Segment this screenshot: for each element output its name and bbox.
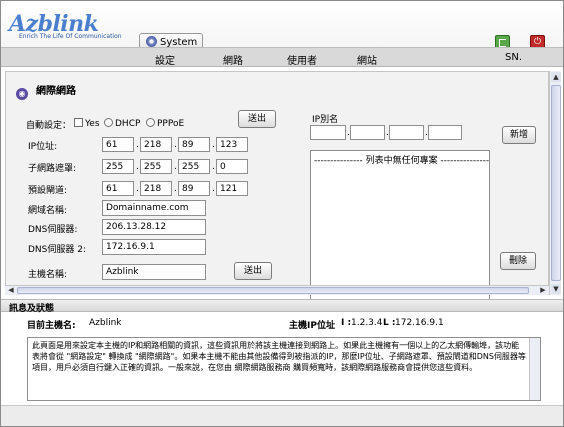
brand-tagline: Enrich The Life Of Communication <box>19 33 122 40</box>
mask-octet-1[interactable] <box>102 159 134 174</box>
section-title-text: 網際網路 <box>36 86 76 97</box>
ip-dot: . <box>136 140 139 150</box>
ip-octet-1[interactable] <box>102 137 134 152</box>
horizontal-scrollbar[interactable]: ◀ ▶ <box>5 285 549 295</box>
ip-label: IP位址: <box>28 142 58 152</box>
alias-octet-4[interactable] <box>428 125 462 140</box>
option-yes-label: Yes <box>85 119 100 129</box>
ip-octet-2[interactable] <box>140 137 172 152</box>
dns1-label: DNS伺服器: <box>28 225 78 235</box>
add-button[interactable]: 新增 <box>502 126 536 144</box>
gateway-octet-3[interactable] <box>178 181 210 196</box>
menu-item-sn[interactable]: SN. <box>505 52 522 63</box>
gateway-octet-1[interactable] <box>102 181 134 196</box>
domain-input[interactable] <box>102 200 206 216</box>
option-yes[interactable]: Yes <box>74 118 100 129</box>
gateway-octet-2[interactable] <box>140 181 172 196</box>
gateway-dot: . <box>212 184 215 194</box>
section-title: ◉ 網際網路 <box>16 82 76 100</box>
current-host-label: 目前主機名: <box>27 321 76 331</box>
host-input[interactable] <box>102 264 206 280</box>
ip-l-value: 172.16.9.1 <box>395 318 444 328</box>
vertical-scrollbar[interactable]: ▲ ▼ <box>549 71 561 295</box>
delete-button[interactable]: 刪除 <box>500 252 536 270</box>
yes-checkbox[interactable] <box>74 118 83 127</box>
option-dhcp[interactable]: DHCP <box>104 118 140 129</box>
scroll-up-icon[interactable]: ▲ <box>551 72 561 82</box>
alias-label: IP別名 <box>312 115 339 125</box>
alias-octet-3[interactable] <box>389 125 424 140</box>
description-scrollbar[interactable] <box>529 338 540 400</box>
menu-item-website[interactable]: 網站 <box>357 52 377 67</box>
current-host-value: Azblink <box>89 318 122 328</box>
alias-list-empty: --------------- 列表中無任何專案 --------------- <box>314 156 490 166</box>
gateway-label: 預設閘道: <box>28 186 68 196</box>
mask-dot: . <box>136 162 139 172</box>
domain-label: 網域名稱: <box>28 206 68 216</box>
menu-item-settings[interactable]: 設定 <box>155 52 175 67</box>
gateway-dot: . <box>174 184 177 194</box>
mask-octet-4[interactable] <box>216 159 248 174</box>
alias-octet-1[interactable] <box>310 125 346 140</box>
ip-octet-4[interactable] <box>216 137 248 152</box>
app-window: Azblink Enrich The Life Of Communication… <box>0 0 564 427</box>
logo: Azblink Enrich The Life Of Communication <box>9 11 129 43</box>
status-row: 目前主機名: Azblink 主機IP位址 I : 1.2.3.4 L : 17… <box>1 315 563 331</box>
alias-octet-2[interactable] <box>350 125 385 140</box>
send-button-host[interactable]: 送出 <box>234 262 272 280</box>
ip-octet-3[interactable] <box>178 137 210 152</box>
ip-l-label: L : <box>383 318 396 328</box>
description-box[interactable]: 此頁面是用來設定本主機的IP和網路相關的資訊，這些資訊用於將該主機連接到網路上。… <box>27 337 541 401</box>
mask-dot: . <box>212 162 215 172</box>
dhcp-radio[interactable] <box>104 118 113 127</box>
ip-i-label: I : <box>341 318 352 328</box>
option-pppoe[interactable]: PPPoE <box>146 118 184 129</box>
main-panel: ◉網際網路 自動設定： Yes DHCP PPPoE 送出 IP位址: . . … <box>5 71 549 310</box>
scroll-down-icon[interactable]: ▼ <box>551 284 561 294</box>
menu-item-network[interactable]: 網路 <box>223 52 243 67</box>
pppoe-radio[interactable] <box>146 118 155 127</box>
ip-i-value: 1.2.3.4 <box>351 318 383 328</box>
ip-dot: . <box>212 140 215 150</box>
dns2-label: DNS伺服器 2: <box>28 245 86 255</box>
gateway-octet-4[interactable] <box>216 181 248 196</box>
mask-dot: . <box>174 162 177 172</box>
mask-octet-2[interactable] <box>140 159 172 174</box>
ip-dot: . <box>174 140 177 150</box>
send-button-top[interactable]: 送出 <box>238 110 276 128</box>
auto-config-label: 自動設定： <box>26 121 72 131</box>
status-header: 訊息及狀態 <box>1 299 563 314</box>
mask-octet-3[interactable] <box>178 159 210 174</box>
menu-item-users[interactable]: 使用者 <box>287 52 317 67</box>
host-ip-label: 主機IP位址 <box>289 321 335 331</box>
scroll-thumb[interactable] <box>551 85 561 281</box>
dns2-input[interactable] <box>102 239 206 255</box>
globe-icon: ◉ <box>16 88 28 100</box>
scroll-left-icon[interactable]: ◀ <box>6 286 16 295</box>
mask-label: 子網路遮罩: <box>28 164 77 174</box>
hscroll-thumb[interactable] <box>17 287 529 294</box>
option-dhcp-label: DHCP <box>115 119 141 129</box>
scroll-right-icon[interactable]: ▶ <box>538 286 548 295</box>
description-text: 此頁面是用來設定本主機的IP和網路相關的資訊，這些資訊用於將該主機連接到網路上。… <box>32 341 526 372</box>
gateway-dot: . <box>136 184 139 194</box>
header: Azblink Enrich The Life Of Communication… <box>1 1 563 67</box>
menu-bar: 設定 網路 使用者 網站 SN. <box>1 47 563 67</box>
host-label: 主機名稱: <box>28 270 68 280</box>
gear-icon <box>146 36 157 47</box>
dns1-input[interactable] <box>102 219 206 235</box>
bottom-bar <box>1 405 563 426</box>
option-pppoe-label: PPPoE <box>157 119 185 129</box>
